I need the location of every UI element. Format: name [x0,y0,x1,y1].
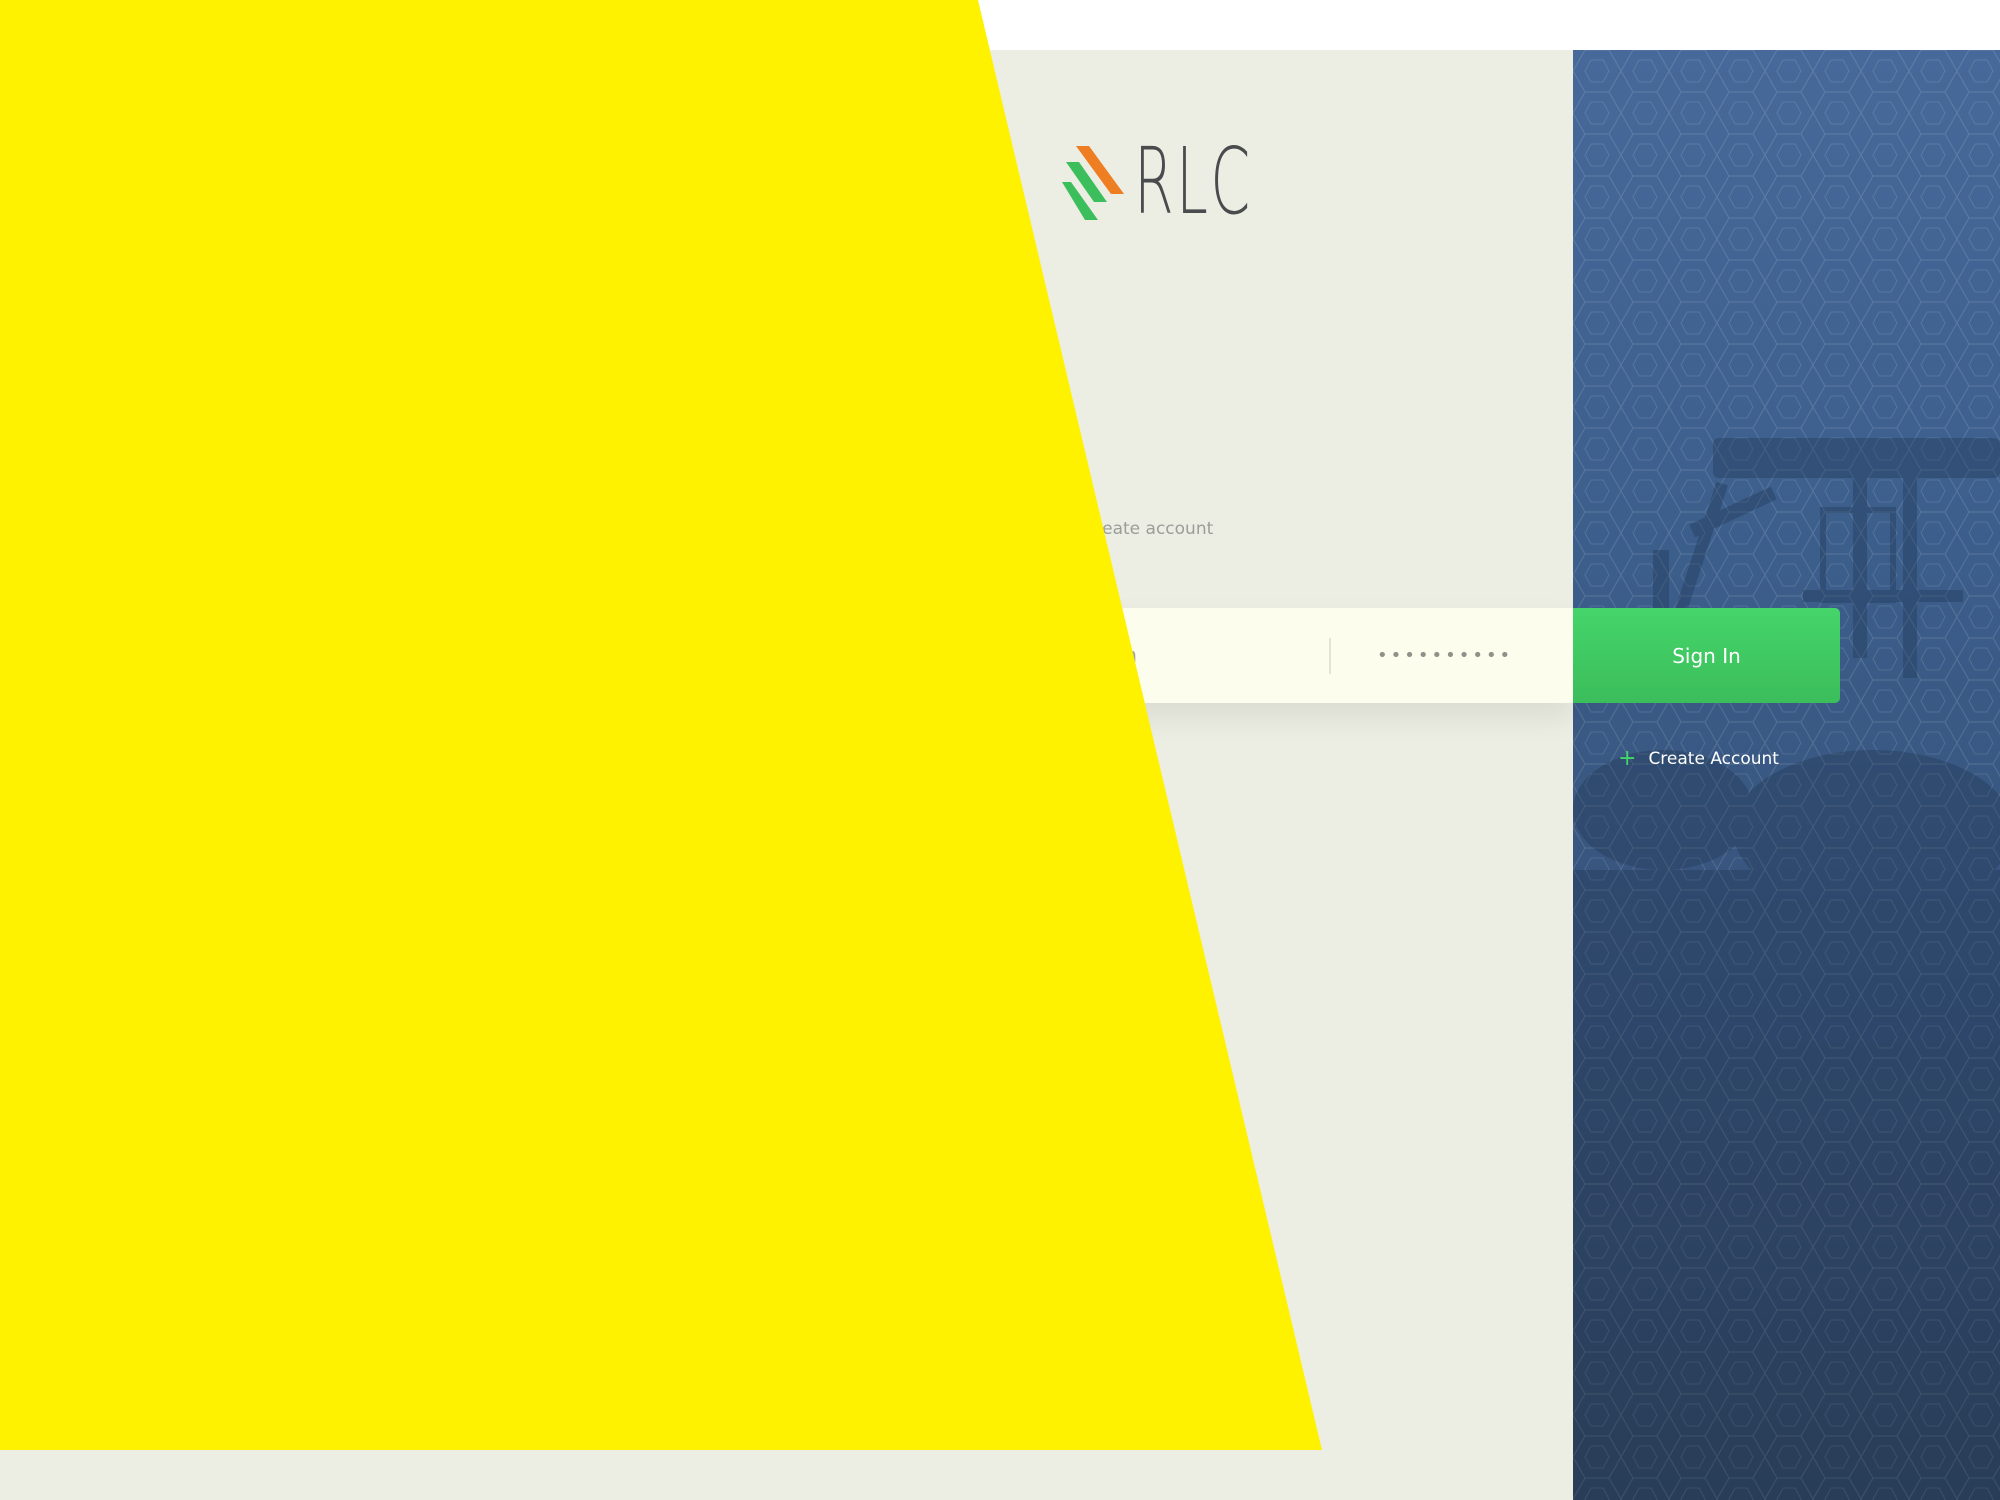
rlc-logo: RLC [1062,136,1325,228]
logo-wordmark: RLC [1134,128,1253,235]
field-divider [1329,638,1331,674]
oil-rig-silhouette [1573,438,2000,1500]
create-account-label: Create Account [1648,749,1779,769]
login-form [0,608,1573,703]
login-screen: RLC Get Started Sign in or create accoun… [0,0,2000,1500]
password-field[interactable]: •••••••••• [1377,608,1513,703]
email-field[interactable]: john@rlc.com [1000,608,1137,703]
plus-icon: + [1618,746,1637,771]
sign-in-button[interactable]: Sign In [1573,608,1840,703]
page-title: Get Started [870,460,1091,504]
left-panel [0,50,1573,1500]
logo-mark-icon [1062,146,1124,220]
hero-image-panel [1573,50,2000,1500]
create-account-link[interactable]: + Create Account [1618,745,1779,773]
page-subtitle: Sign in or create account [1000,519,1214,539]
